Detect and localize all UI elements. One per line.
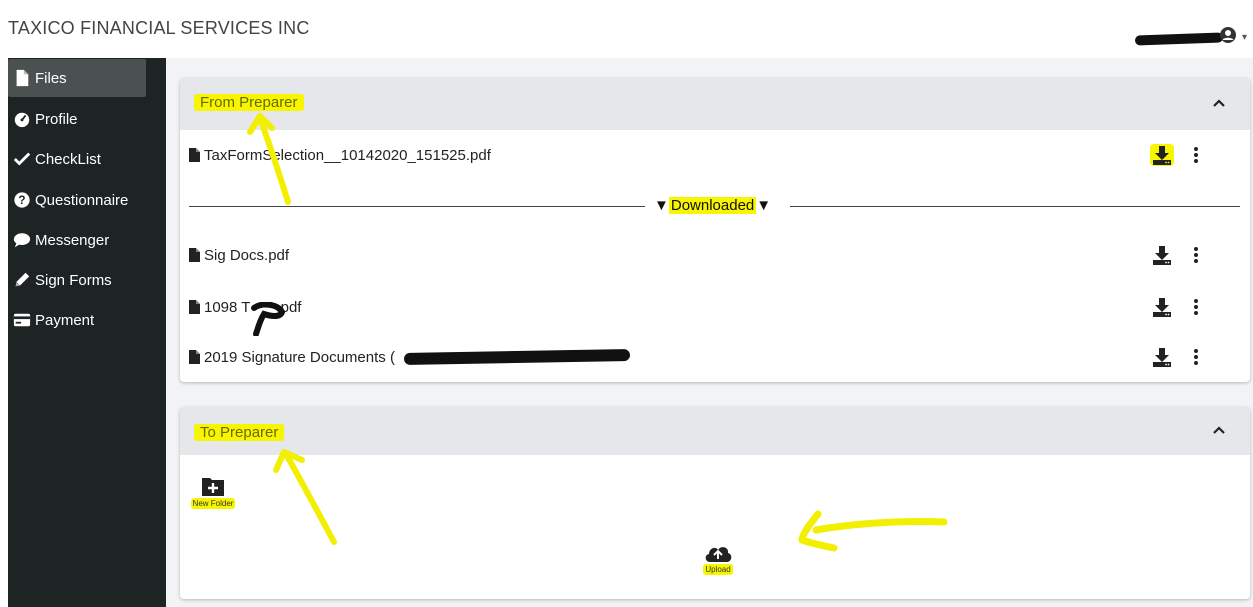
file-icon — [189, 350, 200, 364]
download-icon[interactable] — [1150, 296, 1174, 318]
sidebar-item-label: Payment — [35, 311, 95, 329]
sidebar-item-checklist[interactable]: CheckList — [8, 140, 146, 178]
file-name-prefix: 1098 T — [204, 299, 251, 316]
upload-label: Upload — [703, 564, 733, 575]
sidebar-item-messenger[interactable]: Messenger — [8, 221, 146, 259]
sidebar-item-label: Questionnaire — [35, 191, 129, 209]
more-vertical-icon[interactable] — [1193, 246, 1199, 264]
sidebar-item-sign-forms[interactable]: Sign Forms — [8, 261, 146, 299]
check-icon — [13, 152, 31, 166]
sidebar-item-questionnaire[interactable]: ? Questionnaire — [8, 181, 146, 219]
file-row[interactable]: TaxFormSelection__10142020_151525.pdf — [188, 144, 1238, 168]
file-icon — [189, 248, 200, 262]
pencil-icon — [15, 272, 30, 287]
to-preparer-header[interactable]: To Preparer — [180, 407, 1250, 455]
sidebar-item-label: Files — [35, 69, 67, 87]
download-icon[interactable] — [1150, 346, 1174, 368]
redacted-username — [1134, 32, 1224, 46]
divider-line-left — [189, 206, 645, 207]
from-preparer-header[interactable]: From Preparer — [180, 78, 1250, 130]
sidebar-item-payment[interactable]: Payment — [8, 301, 146, 339]
user-menu[interactable]: ▾ — [1127, 26, 1247, 48]
cloud-upload-icon — [705, 547, 732, 562]
to-preparer-panel: To Preparer New Folder Upload — [180, 407, 1250, 599]
upload-button[interactable]: Upload — [685, 543, 751, 575]
file-icon — [189, 300, 200, 314]
sidebar-item-label: Messenger — [35, 231, 110, 249]
divider-line-right — [790, 206, 1240, 207]
folder-plus-icon — [202, 478, 224, 496]
file-icon — [16, 69, 29, 87]
sidebar-item-label: CheckList — [35, 150, 101, 168]
chevron-up-icon[interactable] — [1212, 98, 1226, 108]
file-row[interactable]: Sig Docs.pdf — [188, 244, 1238, 268]
file-name[interactable]: Sig Docs.pdf — [204, 247, 289, 264]
more-vertical-icon[interactable] — [1193, 348, 1199, 366]
from-preparer-panel: From Preparer TaxFormSelection__10142020… — [180, 78, 1250, 382]
to-preparer-title: To Preparer — [194, 424, 285, 441]
sidebar-item-files[interactable]: Files — [8, 59, 146, 97]
from-preparer-title: From Preparer — [194, 94, 304, 111]
file-row[interactable]: 2019 Signature Documents ( — [188, 346, 1238, 370]
comment-icon — [13, 233, 31, 248]
sidebar-edge — [0, 58, 8, 607]
app-title: TAXICO FINANCIAL SERVICES INC — [8, 18, 310, 38]
download-icon[interactable] — [1150, 244, 1174, 266]
caret-down-icon[interactable]: ▾ — [1242, 32, 1247, 43]
credit-card-icon — [13, 313, 31, 327]
file-name[interactable]: TaxFormSelection__10142020_151525.pdf — [204, 147, 491, 164]
file-name[interactable]: 1098 T .pdf — [204, 299, 301, 316]
more-vertical-icon[interactable] — [1193, 146, 1199, 164]
download-icon[interactable] — [1150, 144, 1174, 166]
downloaded-label: Downloaded — [668, 197, 757, 214]
downloaded-divider-label: ▼ Downloaded ▼ — [654, 197, 772, 214]
svg-text:?: ? — [18, 194, 25, 207]
dashboard-icon — [14, 112, 30, 128]
new-folder-label: New Folder — [190, 498, 236, 509]
sidebar-item-profile[interactable]: Profile — [8, 100, 146, 138]
new-folder-button[interactable]: New Folder — [186, 475, 240, 509]
more-vertical-icon[interactable] — [1193, 298, 1199, 316]
chevron-up-icon[interactable] — [1212, 425, 1226, 435]
sidebar-item-label: Profile — [35, 110, 78, 128]
sidebar-item-label: Sign Forms — [35, 271, 112, 289]
file-name[interactable]: 2019 Signature Documents ( — [204, 349, 395, 366]
user-circle-icon[interactable] — [1219, 26, 1237, 44]
file-icon — [189, 148, 200, 162]
question-circle-icon: ? — [14, 192, 30, 208]
file-name-suffix: .pdf — [276, 299, 302, 316]
top-bar: TAXICO FINANCIAL SERVICES INC ▾ — [0, 0, 1253, 59]
file-row[interactable]: 1098 T .pdf — [188, 296, 1238, 320]
